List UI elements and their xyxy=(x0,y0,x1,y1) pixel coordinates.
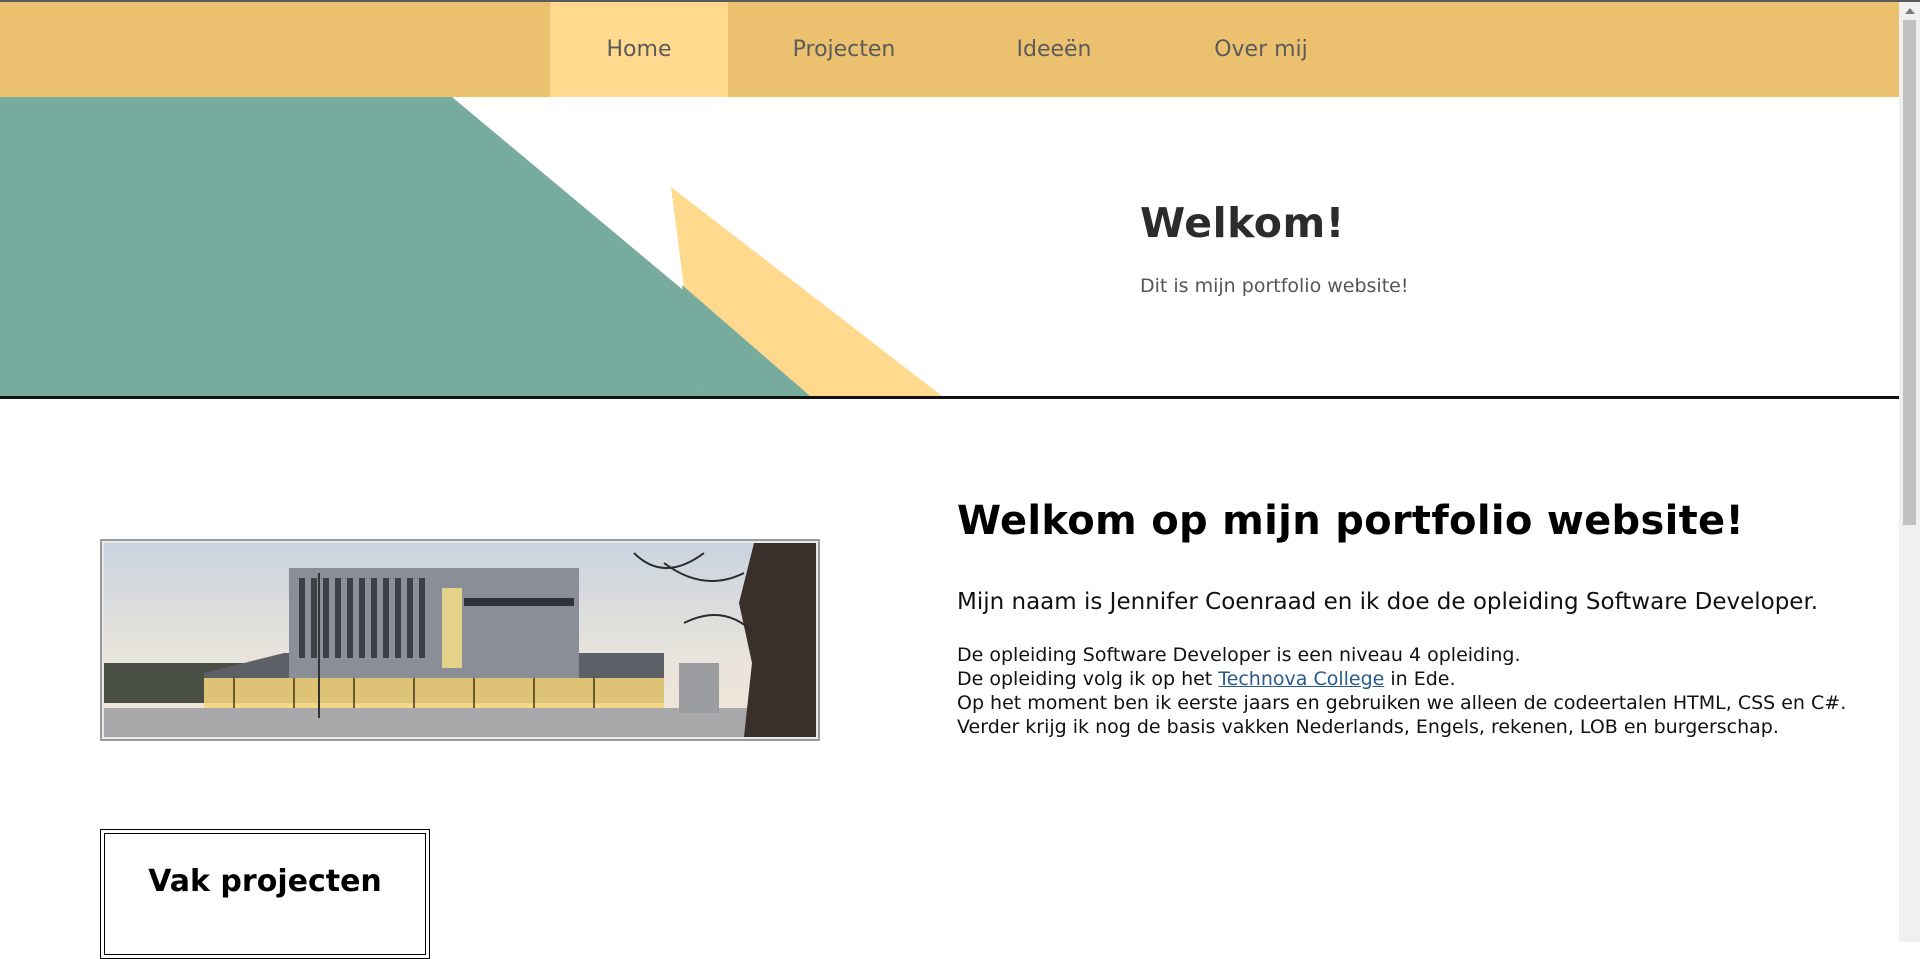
description-line-1: De opleiding Software Developer is een n… xyxy=(957,644,1521,666)
hero-title: Welkom! xyxy=(1140,199,1345,247)
scrollbar-thumb[interactable] xyxy=(1903,20,1916,525)
line-2-prefix: De opleiding volg ik op het xyxy=(957,668,1219,690)
technova-college-link[interactable]: Technova College xyxy=(1218,668,1384,690)
hero-decoration xyxy=(0,97,942,396)
section-divider xyxy=(0,396,1899,399)
navbar: Home Projecten Ideeën Over mij xyxy=(0,2,1899,97)
vak-projecten-title: Vak projecten xyxy=(148,864,382,899)
main-heading: Welkom op mijn portfolio website! xyxy=(957,498,1744,544)
vak-projecten-inner: Vak projecten xyxy=(104,833,426,955)
description-paragraph: De opleiding Software Developer is een n… xyxy=(957,643,1846,739)
vertical-scrollbar[interactable] xyxy=(1899,2,1920,942)
description-line-2: De opleiding volg ik op het Technova Col… xyxy=(957,667,1846,691)
line-2-suffix: in Ede. xyxy=(1384,668,1456,690)
description-line-3: Op het moment ben ik eerste jaars en geb… xyxy=(957,692,1847,714)
scroll-up-arrow-icon[interactable] xyxy=(1905,8,1915,14)
hero-subtitle: Dit is mijn portfolio website! xyxy=(1140,275,1409,297)
nav-item-projecten[interactable]: Projecten xyxy=(755,2,933,97)
vak-projecten-card[interactable]: Vak projecten xyxy=(100,829,430,959)
intro-text: Mijn naam is Jennifer Coenraad en ik doe… xyxy=(957,589,1819,615)
hero-banner: Welkom! Dit is mijn portfolio website! xyxy=(0,97,1899,396)
college-building-image xyxy=(100,539,820,741)
nav-item-ideeen[interactable]: Ideeën xyxy=(965,2,1143,97)
nav-item-home[interactable]: Home xyxy=(550,2,728,97)
description-line-4: Verder krijg ik nog de basis vakken Nede… xyxy=(957,716,1779,738)
nav-item-over-mij[interactable]: Over mij xyxy=(1172,2,1350,97)
building-photo xyxy=(104,543,816,737)
